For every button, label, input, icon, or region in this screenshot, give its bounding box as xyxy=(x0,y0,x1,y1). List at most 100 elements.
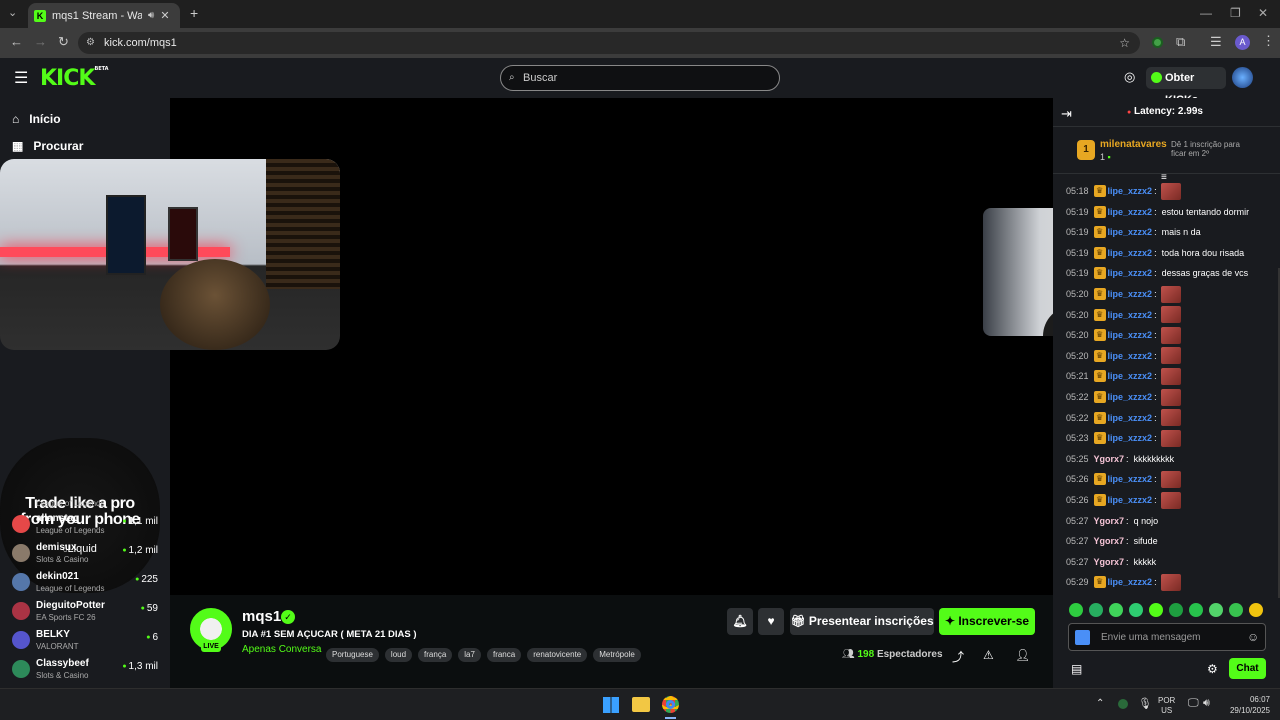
notification-bell-button[interactable]: 🔔︎ xyxy=(727,608,753,635)
extensions-puzzle-icon[interactable]: ⧉ xyxy=(1176,34,1185,50)
extension-icon[interactable] xyxy=(1152,37,1163,48)
restore-icon[interactable]: ❐ xyxy=(1230,6,1241,20)
message-username[interactable]: Ygorx7 xyxy=(1094,552,1125,572)
search-input[interactable]: ⌕ Buscar xyxy=(500,65,780,91)
hamburger-menu-icon[interactable]: ☰ xyxy=(14,68,28,88)
report-icon[interactable]: ⚠ xyxy=(983,648,994,662)
chrome-icon[interactable] xyxy=(662,696,679,713)
obter-kicks-button[interactable]: Obter KICKs xyxy=(1146,67,1226,106)
share-icon[interactable]: ⤴ xyxy=(952,648,964,665)
chat-settings-icon[interactable]: ⚙ xyxy=(1207,662,1218,676)
network-icon[interactable]: 🖵︎ xyxy=(1188,697,1199,710)
microphone-icon[interactable]: 🎙︎ xyxy=(1138,697,1152,710)
quick-emote-icon[interactable] xyxy=(1169,603,1183,617)
channel-name[interactable]: mqs1 xyxy=(242,608,281,625)
quick-emote-icon[interactable] xyxy=(1069,603,1083,617)
site-info-icon[interactable]: ⚙ xyxy=(86,32,95,54)
user-avatar[interactable] xyxy=(1232,67,1253,88)
gift-subs-button[interactable]: 🎁︎ Presentear inscrições xyxy=(790,608,934,635)
language-indicator[interactable]: POR US xyxy=(1158,696,1175,716)
forward-icon[interactable]: → xyxy=(34,34,47,49)
volume-icon[interactable]: 🔊︎ xyxy=(1203,697,1210,710)
tab-search-icon[interactable]: ⌄ xyxy=(8,6,17,19)
emoji-picker-icon[interactable]: ☺ xyxy=(1247,630,1259,644)
quick-emote-icon[interactable] xyxy=(1209,603,1223,617)
message-username[interactable]: lipe_xzzx2 xyxy=(1108,181,1153,201)
start-icon[interactable] xyxy=(603,697,619,713)
chat-message: 05:19 ♛ lipe_xzzx2: dessas graças de vcs xyxy=(1066,263,1276,283)
message-username[interactable]: lipe_xzzx2 xyxy=(1108,428,1153,448)
sidebar-channel[interactable]: demisux Slots & Casino 1,2 mil xyxy=(10,540,162,568)
collapse-chat-icon[interactable]: ⇥ xyxy=(1061,106,1072,122)
quick-emote-icon[interactable] xyxy=(1089,603,1103,617)
follow-heart-button[interactable]: ♥ xyxy=(758,608,784,635)
message-username[interactable]: Ygorx7 xyxy=(1094,531,1125,551)
message-username[interactable]: lipe_xzzx2 xyxy=(1108,222,1153,242)
quick-emote-icon[interactable] xyxy=(1249,603,1263,617)
message-username[interactable]: lipe_xzzx2 xyxy=(1108,284,1153,304)
top-gifter-name[interactable]: milenatavares xyxy=(1100,139,1167,150)
stream-tag[interactable]: franca xyxy=(486,648,522,662)
subscriber-crown-icon: ♛ xyxy=(1093,267,1106,280)
quick-emote-icon[interactable] xyxy=(1229,603,1243,617)
browser-menu-icon[interactable]: ⋮ xyxy=(1262,33,1275,49)
message-username[interactable]: lipe_xzzx2 xyxy=(1108,366,1153,386)
profile-avatar[interactable]: A xyxy=(1235,35,1250,50)
stream-tag[interactable]: la7 xyxy=(458,648,481,662)
stream-tag[interactable]: frança xyxy=(418,648,453,662)
message-username[interactable]: lipe_xzzx2 xyxy=(1108,572,1153,592)
sidebar-channel[interactable]: BELKY VALORANT 6 xyxy=(10,627,162,655)
browser-tab-strip: ⌄ K mqs1 Stream - Watch Live o 🔊︎ ✕ + — … xyxy=(0,0,1280,28)
clock[interactable]: 06:07 29/10/2025 xyxy=(1222,694,1270,716)
kick-logo[interactable]: KICKBETA xyxy=(40,66,109,91)
message-username[interactable]: Ygorx7 xyxy=(1094,449,1125,469)
sidebar-item-inicio[interactable]: ⌂ Início xyxy=(12,112,61,126)
back-icon[interactable]: ← xyxy=(10,34,23,49)
reading-list-icon[interactable]: ☰ xyxy=(1210,34,1222,50)
stream-tag[interactable]: renatovicente xyxy=(527,648,588,662)
message-username[interactable]: lipe_xzzx2 xyxy=(1108,263,1153,283)
message-username[interactable]: lipe_xzzx2 xyxy=(1108,202,1153,222)
message-username[interactable]: lipe_xzzx2 xyxy=(1108,325,1153,345)
address-bar[interactable]: ⚙ kick.com/mqs1 ☆ xyxy=(78,32,1140,54)
store-icon[interactable]: ▤ xyxy=(1071,662,1082,676)
message-username[interactable]: lipe_xzzx2 xyxy=(1108,305,1153,325)
new-tab-icon[interactable]: + xyxy=(190,5,198,21)
window-close-icon[interactable]: ✕ xyxy=(1258,6,1268,20)
quick-emote-icon[interactable] xyxy=(1189,603,1203,617)
message-colon: : xyxy=(1154,227,1157,238)
message-username[interactable]: lipe_xzzx2 xyxy=(1108,408,1153,428)
browser-tab[interactable]: K mqs1 Stream - Watch Live o 🔊︎ ✕ xyxy=(28,3,180,28)
stream-tag[interactable]: Portuguese xyxy=(326,648,379,662)
reload-icon[interactable]: ↻ xyxy=(58,34,69,50)
sidebar-channel[interactable]: allanstag League of Legends 1,1 mil xyxy=(10,511,162,539)
file-explorer-icon[interactable] xyxy=(632,697,650,712)
tab-close-icon[interactable]: ✕ xyxy=(160,9,169,22)
subscribe-button[interactable]: ✦ Inscrever-se xyxy=(939,608,1035,635)
sidebar-channel[interactable]: DieguitoPotter EA Sports FC 26 59 xyxy=(10,598,162,626)
stream-tag[interactable]: Metrópole xyxy=(593,648,641,662)
sidebar-channel[interactable]: dekin021 League of Legends 225 xyxy=(10,569,162,597)
message-username[interactable]: lipe_xzzx2 xyxy=(1108,387,1153,407)
rewards-icon[interactable]: ◎ xyxy=(1124,69,1135,85)
quick-emote-icon[interactable] xyxy=(1149,603,1163,617)
bookmark-star-icon[interactable]: ☆ xyxy=(1119,32,1130,54)
message-username[interactable]: lipe_xzzx2 xyxy=(1108,243,1153,263)
message-username[interactable]: lipe_xzzx2 xyxy=(1108,469,1153,489)
quick-emote-icon[interactable] xyxy=(1129,603,1143,617)
more-user-icon[interactable]: 👤︎ xyxy=(1015,648,1030,662)
message-username[interactable]: lipe_xzzx2 xyxy=(1108,490,1153,510)
sidebar-item-procurar[interactable]: ▦ Procurar xyxy=(12,139,83,153)
minimize-icon[interactable]: — xyxy=(1200,6,1212,20)
tray-chevron-icon[interactable]: ⌃ xyxy=(1096,698,1104,709)
message-username[interactable]: lipe_xzzx2 xyxy=(1108,346,1153,366)
sidebar-channel[interactable]: Classybeef Slots & Casino 1,3 mil xyxy=(10,656,162,684)
send-chat-button[interactable]: Chat xyxy=(1229,658,1266,679)
quick-emote-icon[interactable] xyxy=(1109,603,1123,617)
chat-input[interactable]: Envie uma mensagem ☺ xyxy=(1068,623,1266,651)
tray-app-icon[interactable] xyxy=(1118,699,1128,709)
stream-tag[interactable]: loud xyxy=(384,648,413,662)
message-username[interactable]: Ygorx7 xyxy=(1094,511,1125,531)
stream-category[interactable]: Apenas Conversa xyxy=(242,644,322,655)
audio-icon[interactable]: 🔊︎ xyxy=(148,10,154,21)
